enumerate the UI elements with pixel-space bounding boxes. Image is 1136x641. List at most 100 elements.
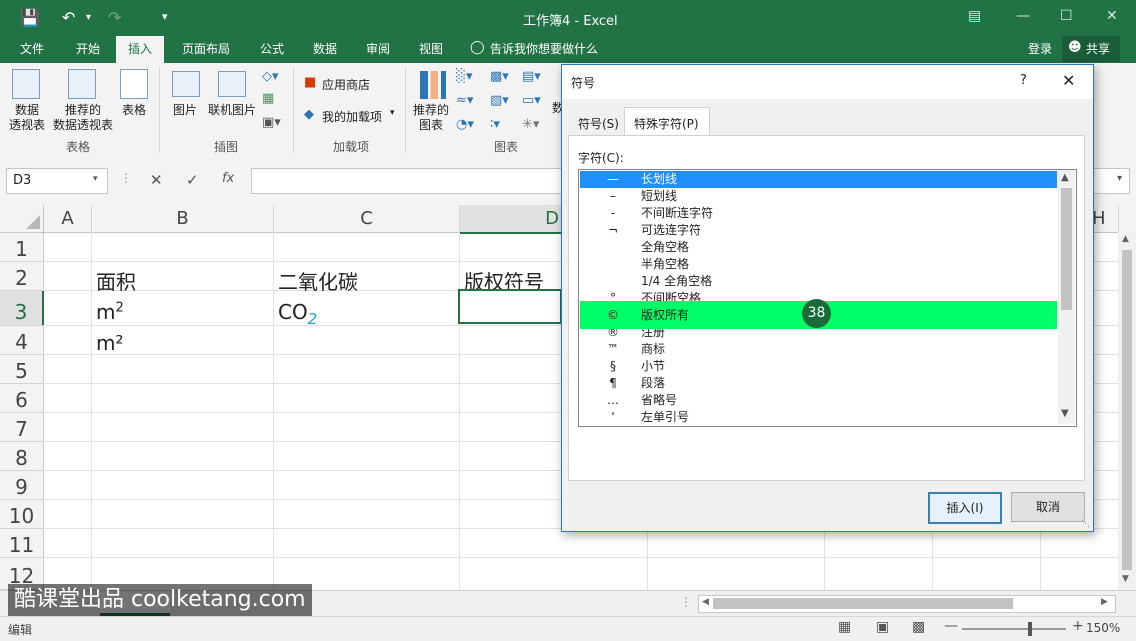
column-header-c[interactable]: C bbox=[274, 205, 460, 233]
hierarchy-chart-icon[interactable]: ▩▾ bbox=[490, 69, 509, 84]
sign-in-link[interactable]: 登录 bbox=[1026, 40, 1054, 57]
tab-page-layout[interactable]: 页面布局 bbox=[180, 40, 232, 57]
row-header-1[interactable]: 1 bbox=[0, 233, 44, 262]
close-dialog-icon[interactable]: ✕ bbox=[1062, 71, 1075, 90]
list-item[interactable]: … 省略号 bbox=[580, 392, 1057, 409]
row-header-2[interactable]: 2 bbox=[0, 262, 44, 291]
maximize-icon[interactable]: ☐ bbox=[1060, 8, 1073, 24]
list-scrollbar[interactable]: ▲ ▼ bbox=[1058, 170, 1075, 424]
tab-splitter-icon[interactable]: ⋮ bbox=[680, 595, 692, 609]
active-cell-d3[interactable] bbox=[458, 289, 562, 324]
tab-file[interactable]: 文件 bbox=[18, 40, 46, 57]
list-item[interactable]: 半角空格 bbox=[580, 256, 1057, 273]
horizontal-scroll-thumb[interactable] bbox=[713, 598, 1013, 609]
scroll-right-icon[interactable]: ▶ bbox=[1101, 597, 1108, 607]
tab-formulas[interactable]: 公式 bbox=[258, 40, 286, 57]
help-icon[interactable]: ? bbox=[1020, 73, 1027, 88]
list-item[interactable]: ¶ 段落 bbox=[580, 375, 1057, 392]
row-header-4[interactable]: 4 bbox=[0, 326, 44, 355]
ribbon-display-icon[interactable]: ▤ bbox=[968, 8, 981, 24]
pie-chart-icon[interactable]: ◔▾ bbox=[456, 117, 474, 132]
row-header-11[interactable]: 11 bbox=[0, 529, 44, 558]
tab-special-characters[interactable]: 特殊字符(P) bbox=[624, 107, 710, 136]
list-item[interactable]: 全角空格 bbox=[580, 239, 1057, 256]
list-item[interactable]: - 不间断连字符 bbox=[580, 205, 1057, 222]
name-box-dropdown-icon[interactable]: ▾ bbox=[93, 174, 98, 184]
zoom-level[interactable]: 150% bbox=[1086, 621, 1120, 635]
list-item[interactable]: — 长划线 bbox=[580, 171, 1057, 188]
combo-chart-icon[interactable]: ▤▾ bbox=[522, 69, 541, 84]
tab-review[interactable]: 审阅 bbox=[364, 40, 392, 57]
scroll-left-icon[interactable]: ◀ bbox=[702, 597, 709, 607]
page-break-view-icon[interactable]: ▩ bbox=[912, 619, 925, 635]
customize-qat-icon[interactable]: ▾ bbox=[162, 10, 168, 23]
store-button[interactable]: 应用商店 bbox=[322, 76, 370, 93]
undo-icon[interactable]: ↶ bbox=[62, 8, 75, 27]
list-scroll-up-icon[interactable]: ▲ bbox=[1061, 172, 1069, 183]
tab-home[interactable]: 开始 bbox=[74, 40, 102, 57]
tab-symbols[interactable]: 符号(S) bbox=[570, 109, 622, 133]
row-header-6[interactable]: 6 bbox=[0, 384, 44, 413]
expand-formula-bar-icon[interactable]: ▾ bbox=[1117, 173, 1122, 184]
smartart-icon[interactable]: ▦ bbox=[262, 91, 274, 106]
tab-data[interactable]: 数据 bbox=[311, 40, 339, 57]
column-header-d[interactable]: D bbox=[460, 205, 562, 234]
page-layout-view-icon[interactable]: ▣ bbox=[876, 619, 889, 635]
line-chart-icon[interactable]: ≈▾ bbox=[456, 93, 473, 108]
zoom-in-icon[interactable]: + bbox=[1072, 618, 1084, 634]
my-addins-dropdown-icon[interactable]: ▾ bbox=[390, 108, 395, 118]
radar-chart-icon[interactable]: ✳▾ bbox=[522, 117, 539, 132]
zoom-out-icon[interactable]: — bbox=[944, 618, 958, 634]
list-item[interactable]: § 小节 bbox=[580, 358, 1057, 375]
name-box[interactable]: D3 ▾ bbox=[6, 168, 108, 194]
list-item[interactable]: ¬ 可选连字符 bbox=[580, 222, 1057, 239]
character-list[interactable]: — 长划线 – 短划线 - 不间断连字符 ¬ 可选连字符 全角空格 半角空格 1/4 全角空格 ° 不间… bbox=[578, 169, 1077, 427]
my-addins-button[interactable]: 我的加载项 bbox=[322, 108, 382, 125]
row-header-9[interactable]: 9 bbox=[0, 471, 44, 500]
column-header-a[interactable]: A bbox=[44, 205, 92, 233]
horizontal-scrollbar[interactable]: ◀ ▶ bbox=[698, 595, 1116, 613]
row-header-10[interactable]: 10 bbox=[0, 500, 44, 529]
list-scroll-thumb[interactable] bbox=[1061, 188, 1072, 310]
share-button[interactable]: ☻ 共享 bbox=[1062, 36, 1120, 62]
column-header-b[interactable]: B bbox=[92, 205, 274, 233]
cell-b2[interactable]: 面积 bbox=[96, 266, 136, 295]
screenshot-icon[interactable]: ▣▾ bbox=[262, 115, 281, 130]
scroll-down-icon[interactable]: ▼ bbox=[1122, 574, 1129, 584]
select-all-button[interactable] bbox=[0, 205, 44, 233]
formula-expand[interactable]: ▾ bbox=[1092, 168, 1130, 194]
cell-b4[interactable]: m² bbox=[96, 331, 124, 355]
list-item[interactable]: ™ 商标 bbox=[580, 341, 1057, 358]
close-window-icon[interactable]: ✕ bbox=[1106, 8, 1118, 24]
cell-c3[interactable]: CO2 bbox=[278, 300, 317, 328]
list-item[interactable]: ‘ 左单引号 bbox=[580, 409, 1057, 425]
cancel-entry-icon[interactable]: ✕ bbox=[150, 171, 163, 189]
confirm-entry-icon[interactable]: ✓ bbox=[186, 171, 199, 189]
column-header-h[interactable]: H bbox=[1092, 205, 1119, 233]
zoom-slider-thumb[interactable] bbox=[1028, 622, 1032, 636]
row-header-5[interactable]: 5 bbox=[0, 355, 44, 384]
insert-function-icon[interactable]: fx bbox=[222, 171, 234, 186]
insert-button[interactable]: 插入(I) bbox=[928, 492, 1002, 524]
row-header-3[interactable]: 3 bbox=[0, 291, 44, 326]
vertical-scrollbar[interactable]: ▲ ▼ bbox=[1118, 232, 1136, 590]
tab-insert[interactable]: 插入 bbox=[116, 36, 165, 63]
row-header-7[interactable]: 7 bbox=[0, 413, 44, 442]
statistic-chart-icon[interactable]: ▧▾ bbox=[490, 93, 509, 108]
list-item[interactable]: 1/4 全角空格 bbox=[580, 273, 1057, 290]
undo-dropdown-icon[interactable]: ▾ bbox=[86, 12, 91, 23]
resize-grip-icon[interactable]: ⋱ bbox=[1081, 519, 1090, 529]
zoom-slider[interactable] bbox=[962, 622, 1066, 636]
save-icon[interactable]: 💾 bbox=[20, 8, 40, 27]
column-chart-icon[interactable]: ░▾ bbox=[456, 69, 473, 84]
scroll-up-icon[interactable]: ▲ bbox=[1122, 234, 1129, 244]
cell-c2[interactable]: 二氧化碳 bbox=[278, 266, 358, 295]
formula-input[interactable] bbox=[251, 168, 563, 194]
vertical-scroll-thumb[interactable] bbox=[1122, 250, 1132, 570]
shapes-icon[interactable]: ◇▾ bbox=[262, 69, 279, 84]
tell-me-box[interactable]: 告诉我你想要做什么 bbox=[488, 40, 600, 57]
scatter-chart-icon[interactable]: ∶▾ bbox=[490, 117, 500, 132]
tab-view[interactable]: 视图 bbox=[417, 40, 445, 57]
cell-b3[interactable]: m2 bbox=[96, 300, 124, 324]
list-scroll-down-icon[interactable]: ▼ bbox=[1061, 408, 1069, 419]
